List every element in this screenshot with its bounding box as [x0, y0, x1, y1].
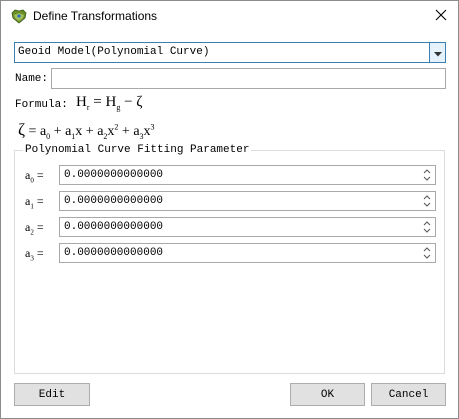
- zeta-formula: ζ = a0 + a1x + a2x2 + a3x3: [18, 120, 155, 141]
- model-select-value: Geoid Model(Polynomial Curve): [18, 46, 210, 58]
- param-label-a2: a2 =: [25, 220, 44, 237]
- model-select[interactable]: Geoid Model(Polynomial Curve): [14, 42, 446, 63]
- formula-expression: Hr = Hg − ζ: [76, 94, 143, 112]
- param-value-a2: 0.0000000000000: [64, 221, 164, 233]
- param-value-a0: 0.0000000000000: [64, 169, 164, 181]
- define-transformations-dialog: Define Transformations Geoid Model(Polyn…: [0, 0, 459, 419]
- cancel-button[interactable]: Cancel: [371, 383, 446, 406]
- close-button[interactable]: [423, 1, 458, 32]
- param-input-a0[interactable]: 0.0000000000000: [59, 165, 436, 185]
- window-title: Define Transformations: [33, 9, 158, 23]
- spinner-arrows-icon[interactable]: [422, 167, 432, 183]
- param-label-a3: a3 =: [25, 246, 44, 263]
- close-icon: [435, 9, 447, 24]
- geoid-app-icon: [11, 9, 27, 24]
- param-value-a3: 0.0000000000000: [64, 247, 164, 259]
- spinner-arrows-icon[interactable]: [422, 193, 432, 209]
- spinner-arrows-icon[interactable]: [422, 219, 432, 235]
- name-input[interactable]: [51, 68, 446, 89]
- param-value-a1: 0.0000000000000: [64, 195, 164, 207]
- param-input-a2[interactable]: 0.0000000000000: [59, 217, 436, 237]
- formula-label: Formula:: [15, 99, 68, 111]
- spinner-arrows-icon[interactable]: [422, 245, 432, 261]
- title-bar[interactable]: Define Transformations: [1, 1, 458, 32]
- param-label-a0: a0 =: [25, 168, 44, 185]
- group-title: Polynomial Curve Fitting Parameter: [23, 144, 252, 156]
- edit-button[interactable]: Edit: [14, 383, 90, 406]
- chevron-down-icon: [433, 46, 442, 60]
- name-label: Name:: [15, 73, 49, 85]
- param-label-a1: a1 =: [25, 194, 44, 211]
- param-input-a1[interactable]: 0.0000000000000: [59, 191, 436, 211]
- ok-button[interactable]: OK: [290, 383, 365, 406]
- model-select-dropdown-button[interactable]: [429, 43, 445, 62]
- param-input-a3[interactable]: 0.0000000000000: [59, 243, 436, 263]
